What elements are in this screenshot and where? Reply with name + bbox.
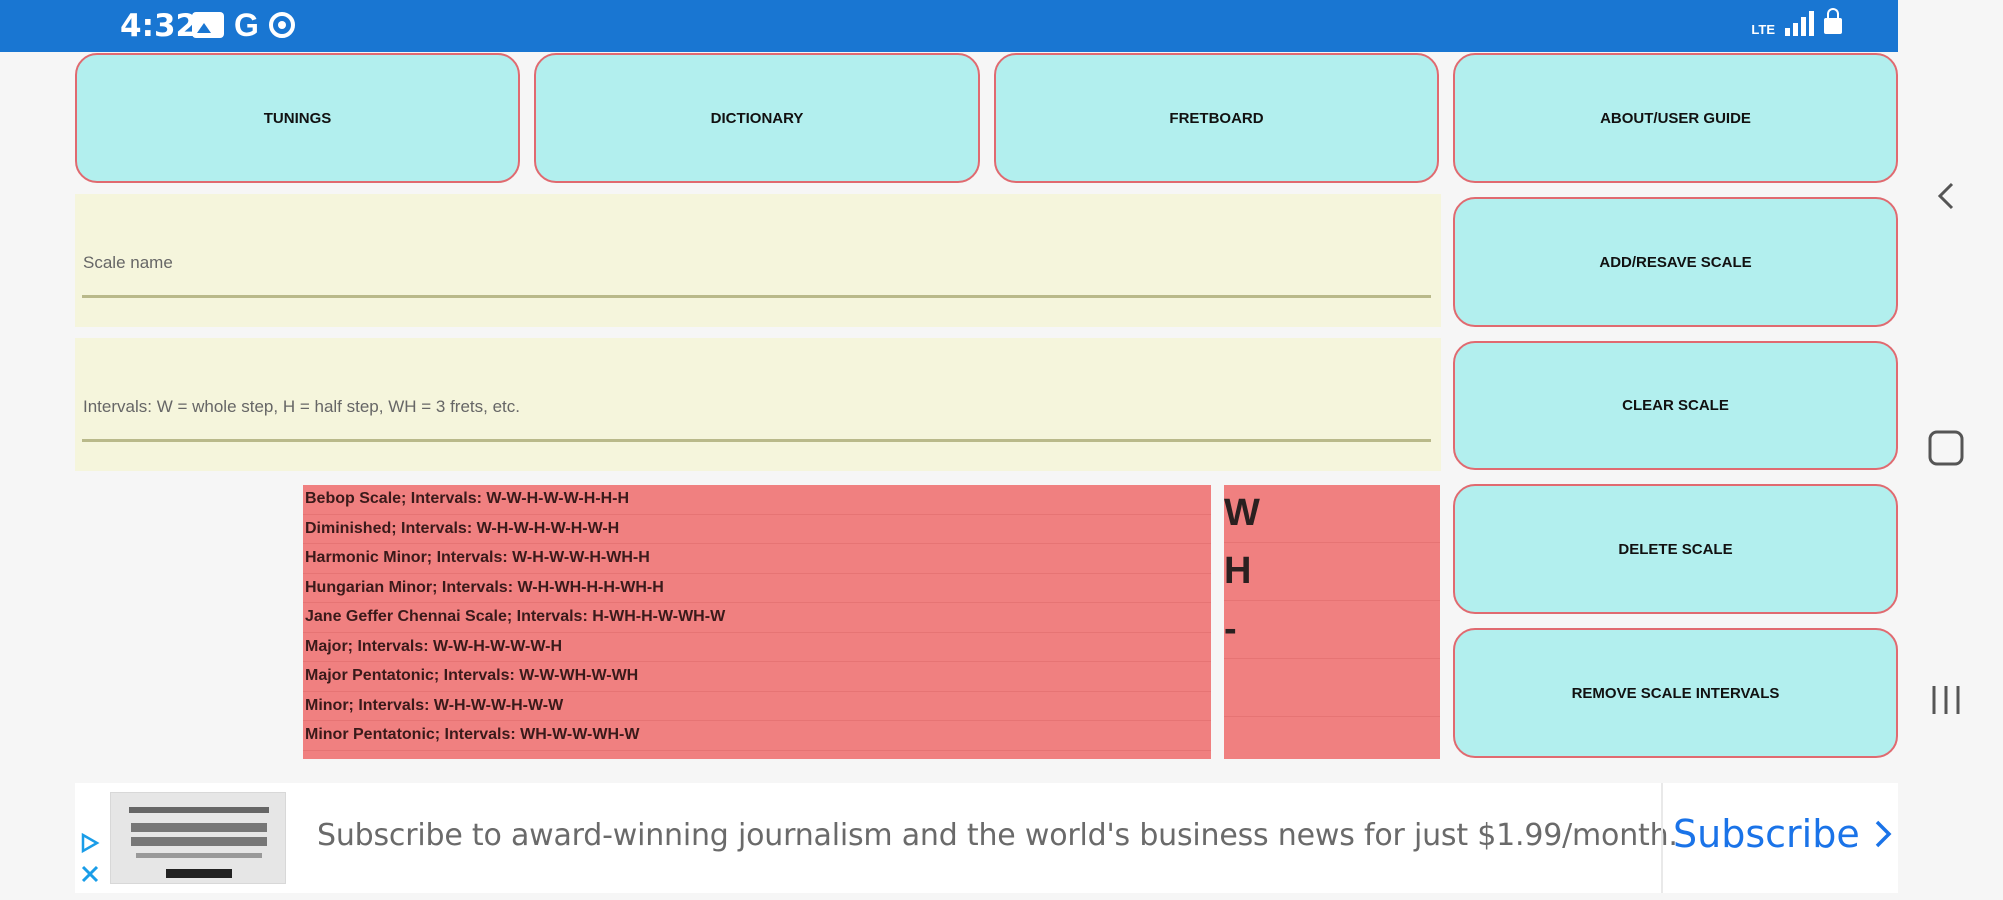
ad-text[interactable]: Subscribe to award-winning journalism an…	[317, 818, 1678, 853]
interval-option[interactable]: W	[1224, 485, 1440, 543]
scale-list-item[interactable]: Major Pentatonic; Intervals: W-W-WH-W-WH	[303, 662, 1211, 692]
scale-name-underline	[82, 295, 1431, 298]
intervals-input[interactable]: Intervals: W = whole step, H = half step…	[75, 338, 1441, 471]
scale-list-item[interactable]: Major; Intervals: W-W-H-W-W-W-H	[303, 633, 1211, 662]
scale-list-item[interactable]: Harmonic Minor; Intervals: W-H-W-W-H-WH-…	[303, 544, 1211, 574]
scale-list-item[interactable]: Jane Geffer Chennai Scale; Intervals: H-…	[303, 603, 1211, 633]
back-icon[interactable]	[1918, 168, 1974, 224]
clear-scale-button-label: CLEAR SCALE	[1622, 397, 1729, 414]
interval-empty-row	[1224, 659, 1440, 717]
remove-scale-intervals-button[interactable]: REMOVE SCALE INTERVALS	[1453, 628, 1898, 758]
status-bar: 4:32 G LTE	[0, 0, 1898, 52]
remove-scale-intervals-button-label: REMOVE SCALE INTERVALS	[1571, 684, 1780, 702]
delete-scale-button-label: DELETE SCALE	[1618, 540, 1733, 558]
delete-scale-button[interactable]: DELETE SCALE	[1453, 484, 1898, 614]
ad-banner[interactable]: Subscribe to award-winning journalism an…	[75, 783, 1898, 893]
adchoices-icon[interactable]	[79, 827, 101, 889]
scale-list-item[interactable]: Minor Pentatonic; Intervals: WH-W-W-WH-W	[303, 721, 1211, 751]
network-type-label: LTE	[1751, 22, 1775, 37]
circle-icon	[268, 12, 295, 38]
about-user-guide-button[interactable]: ABOUT/USER GUIDE	[1453, 53, 1898, 183]
fretboard-button-label: FRETBOARD	[1169, 109, 1264, 127]
intervals-underline	[82, 439, 1431, 442]
scale-list[interactable]: Bebop Scale; Intervals: W-W-H-W-W-H-H-H …	[303, 485, 1211, 759]
add-resave-scale-button[interactable]: ADD/RESAVE SCALE	[1453, 197, 1898, 327]
clear-scale-button[interactable]: CLEAR SCALE	[1453, 341, 1898, 470]
scale-list-item[interactable]: Diminished; Intervals: W-H-W-H-W-H-W-H	[303, 515, 1211, 544]
recents-icon[interactable]	[1918, 672, 1974, 728]
ad-subscribe-label: Subscribe	[1673, 812, 1860, 856]
tunings-button-label: TUNINGS	[263, 109, 332, 127]
google-icon: G	[234, 7, 259, 43]
fretboard-button[interactable]: FRETBOARD	[994, 53, 1439, 183]
ad-thumbnail[interactable]	[110, 792, 286, 884]
add-resave-scale-button-label: ADD/RESAVE SCALE	[1599, 253, 1752, 271]
interval-option[interactable]: H	[1224, 543, 1440, 601]
gallery-icon	[192, 12, 224, 38]
interval-option[interactable]: -	[1224, 601, 1440, 659]
signal-icon	[1785, 10, 1814, 36]
status-icons-left: G	[192, 7, 295, 43]
ad-subscribe-button[interactable]: Subscribe	[1673, 812, 1892, 856]
ad-divider	[1661, 783, 1663, 893]
about-user-guide-button-label: ABOUT/USER GUIDE	[1600, 109, 1751, 127]
scale-list-item[interactable]: Minor; Intervals: W-H-W-W-H-W-W	[303, 692, 1211, 721]
scale-name-placeholder: Scale name	[83, 253, 173, 272]
lock-icon	[1824, 8, 1842, 34]
tunings-button[interactable]: TUNINGS	[75, 53, 520, 183]
dictionary-button-label: DICTIONARY	[710, 109, 804, 127]
dictionary-button[interactable]: DICTIONARY	[534, 53, 980, 183]
chevron-right-icon	[1875, 820, 1892, 848]
scale-list-item[interactable]: Bebop Scale; Intervals: W-W-H-W-W-H-H-H	[303, 485, 1211, 515]
system-nav-bar	[1898, 0, 2003, 900]
scale-name-input[interactable]: Scale name	[75, 194, 1441, 327]
interval-picker-list[interactable]: W H -	[1224, 485, 1440, 759]
home-icon[interactable]	[1918, 420, 1974, 476]
status-time: 4:32	[120, 8, 198, 44]
status-icons-right: LTE	[1751, 8, 1842, 37]
intervals-placeholder: Intervals: W = whole step, H = half step…	[83, 397, 520, 416]
scale-list-item[interactable]: Hungarian Minor; Intervals: W-H-WH-H-H-W…	[303, 574, 1211, 603]
